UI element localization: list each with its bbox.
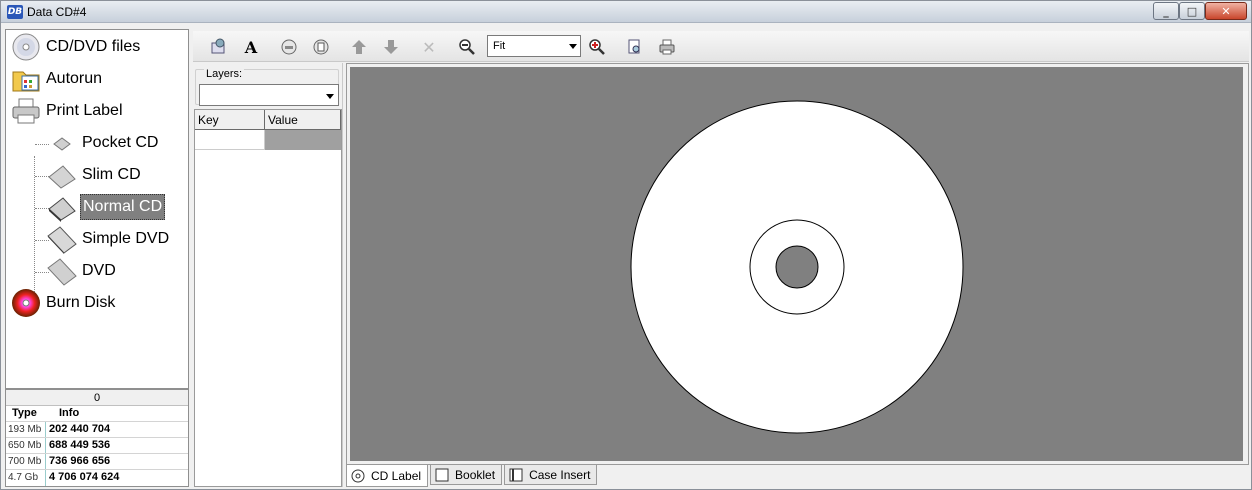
tree-item-cd-dvd-files[interactable]: CD/DVD files bbox=[10, 32, 142, 62]
zoom-in-icon[interactable] bbox=[587, 37, 607, 57]
tree-item-slim-cd[interactable]: Slim CD bbox=[46, 160, 143, 190]
cd-layer-icon[interactable] bbox=[279, 37, 299, 57]
tree-item-normal-cd[interactable]: Normal CD bbox=[46, 192, 166, 222]
text-icon[interactable]: A bbox=[241, 37, 261, 57]
cd-label-preview[interactable] bbox=[350, 67, 1243, 461]
tree-item-label: CD/DVD files bbox=[46, 38, 141, 55]
app-window: DB Data CD#4 _ □ ✕ CD/DVD files Autorun bbox=[0, 0, 1252, 490]
move-up-icon[interactable] bbox=[349, 37, 369, 57]
label-editor-area bbox=[346, 63, 1249, 465]
capacity-type: 4.7 Gb bbox=[6, 470, 46, 486]
capacity-bytes: 4 706 074 624 bbox=[49, 471, 120, 483]
cd-outline-icon bbox=[351, 469, 365, 483]
layers-panel: Layers: Key Value bbox=[193, 63, 343, 487]
table-row: 4.7 Gb 4 706 074 624 bbox=[6, 470, 188, 486]
table-row: 650 Mb 688 449 536 bbox=[6, 438, 188, 454]
delete-icon[interactable]: ✕ bbox=[419, 37, 439, 57]
tree-item-burn-disk[interactable]: Burn Disk bbox=[10, 288, 117, 318]
title-bar[interactable]: DB Data CD#4 _ □ ✕ bbox=[1, 1, 1251, 23]
layers-dropdown[interactable] bbox=[199, 84, 339, 106]
chevron-down-icon bbox=[569, 44, 577, 49]
tab-label: Case Insert bbox=[529, 467, 591, 482]
layers-group: Layers: bbox=[195, 68, 339, 106]
print-icon[interactable] bbox=[657, 37, 677, 57]
autorun-folder-icon bbox=[10, 64, 44, 94]
tab-case-insert[interactable]: Case Insert bbox=[504, 465, 598, 485]
tab-booklet[interactable]: Booklet bbox=[430, 465, 503, 485]
type-header: Type bbox=[12, 407, 37, 419]
size-counter: 0 bbox=[6, 390, 188, 406]
tree-item-label: Pocket CD bbox=[82, 134, 159, 151]
capacity-type: 650 Mb bbox=[6, 438, 46, 453]
slim-cd-case-icon bbox=[46, 160, 80, 190]
capacity-bytes: 736 966 656 bbox=[49, 455, 111, 467]
capacity-type: 700 Mb bbox=[6, 454, 46, 469]
tree-item-label: Normal CD bbox=[80, 194, 166, 220]
table-row: 193 Mb 202 440 704 bbox=[6, 422, 188, 438]
key-cell[interactable] bbox=[195, 130, 265, 150]
normal-cd-case-icon bbox=[46, 192, 80, 222]
tree-item-label: Print Label bbox=[46, 102, 123, 119]
grid-header: Key Value bbox=[195, 110, 341, 130]
disc-center-hole bbox=[775, 245, 819, 289]
tab-label: CD Label bbox=[371, 468, 422, 483]
tree-item-print-label[interactable]: Print Label bbox=[10, 96, 125, 126]
simple-dvd-case-icon bbox=[46, 224, 80, 254]
tree-item-simple-dvd[interactable]: Simple DVD bbox=[46, 224, 171, 254]
tab-cd-label[interactable]: CD Label bbox=[346, 465, 429, 487]
dvd-case-icon bbox=[46, 256, 80, 286]
maximize-button[interactable]: □ bbox=[1179, 2, 1205, 20]
booklet-icon bbox=[435, 468, 449, 482]
tree-item-pocket-cd[interactable]: Pocket CD bbox=[46, 128, 160, 158]
close-button[interactable]: ✕ bbox=[1205, 2, 1247, 20]
window-controls: _ □ ✕ bbox=[1153, 2, 1247, 20]
tab-label: Booklet bbox=[455, 467, 496, 482]
table-row: 700 Mb 736 966 656 bbox=[6, 454, 188, 470]
editor-toolbar: A ✕ Fit bbox=[193, 31, 1249, 62]
table-row[interactable] bbox=[195, 130, 341, 150]
cd-icon bbox=[10, 32, 44, 62]
print-preview-icon[interactable] bbox=[625, 37, 645, 57]
value-column-header[interactable]: Value bbox=[265, 110, 341, 129]
zoom-out-icon[interactable] bbox=[457, 37, 477, 57]
label-type-tabs: CD Label Booklet Case Insert bbox=[346, 465, 599, 487]
properties-grid: Key Value bbox=[194, 109, 342, 487]
tree-item-label: Simple DVD bbox=[82, 230, 170, 247]
capacity-type: 193 Mb bbox=[6, 422, 46, 437]
capacity-bytes: 202 440 704 bbox=[49, 423, 111, 435]
tree-item-dvd[interactable]: DVD bbox=[46, 256, 118, 286]
case-insert-icon bbox=[509, 468, 523, 482]
value-cell[interactable] bbox=[265, 130, 341, 150]
tree-item-autorun[interactable]: Autorun bbox=[10, 64, 104, 94]
label-canvas[interactable] bbox=[350, 67, 1243, 461]
tree-item-label: DVD bbox=[82, 262, 116, 279]
add-image-icon[interactable] bbox=[209, 37, 229, 57]
info-header: Info bbox=[59, 407, 80, 419]
zoom-value: Fit bbox=[493, 40, 506, 52]
capacity-bytes: 688 449 536 bbox=[49, 439, 111, 451]
minimize-button[interactable]: _ bbox=[1153, 2, 1179, 20]
printer-icon bbox=[10, 96, 44, 126]
disk-capacity-grid: 0 Type Info 193 Mb 202 440 704 650 Mb 68… bbox=[5, 389, 189, 487]
tree-item-label: Slim CD bbox=[82, 166, 141, 183]
layer-list-icon[interactable] bbox=[311, 37, 331, 57]
navigation-tree: CD/DVD files Autorun Print Label Pocket … bbox=[5, 29, 189, 389]
tree-item-label: Autorun bbox=[46, 70, 103, 87]
chevron-down-icon bbox=[326, 94, 334, 99]
window-title: Data CD#4 bbox=[27, 5, 87, 19]
burn-disk-icon bbox=[10, 288, 44, 318]
grid-header: Type Info bbox=[6, 406, 188, 422]
layers-label: Layers: bbox=[204, 68, 245, 80]
move-down-icon[interactable] bbox=[381, 37, 401, 57]
key-column-header[interactable]: Key bbox=[195, 110, 265, 129]
tree-item-label: Burn Disk bbox=[46, 294, 116, 311]
app-logo-icon: DB bbox=[7, 5, 23, 19]
pocket-cd-case-icon bbox=[46, 128, 80, 158]
zoom-select[interactable]: Fit bbox=[487, 35, 581, 57]
